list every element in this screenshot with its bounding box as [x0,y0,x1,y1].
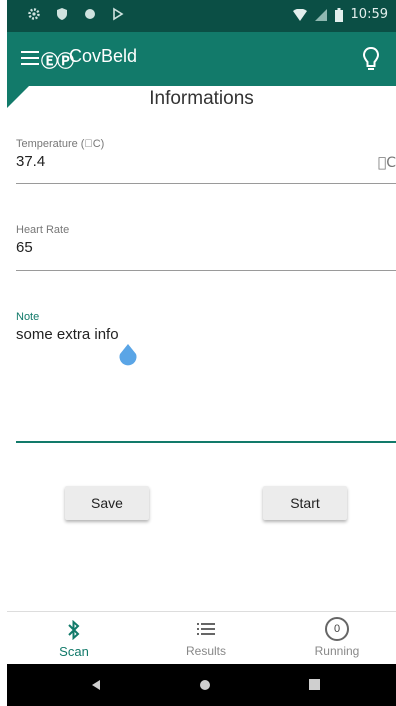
circle-icon [85,9,95,19]
temperature-label: Temperature ( C) [16,138,105,150]
nav-label-running: Running [314,644,360,658]
start-button[interactable]: Start [263,486,347,520]
system-status: 10:59 [292,7,388,22]
heart-rate-underline [16,270,396,271]
bluetooth-icon [68,620,80,640]
back-icon[interactable] [90,679,102,691]
save-button[interactable]: Save [65,486,149,520]
notification-icons [27,7,125,21]
home-icon[interactable] [199,679,211,691]
battery-icon [334,7,343,22]
note-underline [16,441,396,443]
status-bar: 10:59 [7,0,396,32]
recents-icon[interactable] [309,679,320,690]
nav-item-scan[interactable]: Scan [9,612,139,664]
app-title: CovBeld [69,46,138,66]
clock: 10:59 [350,7,388,22]
nav-label-scan: Scan [59,644,89,659]
shield-icon [57,8,67,20]
temperature-underline [16,183,396,184]
nav-item-results[interactable]: Results [141,612,271,664]
temperature-value[interactable]: 37.4 [16,153,396,170]
text-cursor-handle-icon[interactable] [118,342,138,370]
list-icon [197,623,215,635]
play-icon [113,7,124,21]
nav-label-results: Results [185,644,226,658]
note-field[interactable]: Note some extra info [16,311,396,443]
note-value[interactable]: some extra info [16,326,396,343]
bottom-nav: Scan Results 0 Running [7,612,396,664]
lightbulb-icon[interactable] [360,44,382,74]
window-edge [0,0,7,706]
app-bar: ⒺⓅ CovBeld [7,32,396,86]
running-count-badge: 0 [325,617,349,641]
temperature-unit:  C [377,155,396,171]
page-title: Informations [149,88,254,109]
heart-rate-value[interactable]: 65 [16,239,396,256]
system-navigation-bar [7,664,396,706]
settings-icon [28,8,40,20]
heart-rate-field[interactable]: Heart Rate 65 [16,224,396,271]
temperature-field[interactable]: Temperature ( C) 37.4  C [16,138,396,184]
wifi-icon [292,8,307,21]
app-window: 10:59 ⒺⓅ CovBeld Informations Temperatur… [7,0,396,706]
heart-rate-label: Heart Rate [16,224,70,236]
signal-icon [314,8,327,21]
nav-item-running[interactable]: 0 Running [272,612,396,664]
menu-icon[interactable] [21,51,39,65]
note-label: Note [16,311,40,323]
